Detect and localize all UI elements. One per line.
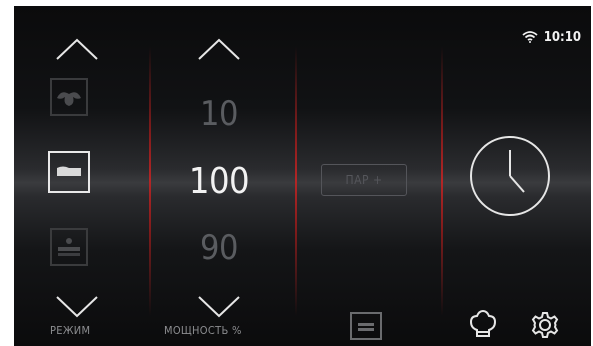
fan-icon: [57, 92, 81, 106]
steam-mode-icon: [58, 238, 80, 256]
clock-icon: [470, 136, 550, 216]
tray-button[interactable]: [349, 311, 383, 341]
power-up-button[interactable]: [196, 36, 242, 62]
wifi-icon: [522, 28, 538, 47]
column-divider: [149, 46, 151, 316]
column-divider: [441, 46, 443, 316]
mode-option-heat[interactable]: [48, 151, 90, 193]
settings-button[interactable]: [530, 309, 560, 341]
mode-up-button[interactable]: [54, 36, 100, 62]
power-value-selected[interactable]: 100: [169, 161, 269, 202]
steam-plus-button[interactable]: ПАР +: [321, 164, 407, 196]
mode-label: РЕЖИМ: [50, 324, 91, 337]
status-bar: 10:10: [522, 28, 581, 47]
recipes-button[interactable]: [468, 309, 498, 341]
chevron-down-icon: [56, 296, 98, 318]
gear-icon: [531, 312, 559, 338]
clock-time: 10:10: [543, 30, 581, 45]
chevron-up-icon: [56, 38, 98, 60]
heat-mode-icon: [57, 166, 81, 176]
tray-icon: [350, 312, 382, 340]
power-down-button[interactable]: [196, 294, 242, 320]
mode-option-fan[interactable]: [50, 78, 88, 116]
power-value-above[interactable]: 10: [169, 94, 269, 134]
chef-hat-icon: [469, 310, 497, 337]
mode-down-button[interactable]: [54, 294, 100, 320]
column-divider: [295, 46, 297, 316]
chevron-down-icon: [198, 296, 240, 318]
power-label: МОЩНОСТЬ %: [164, 324, 242, 337]
timer-button[interactable]: [468, 134, 552, 218]
power-value-below[interactable]: 90: [169, 228, 269, 268]
oven-control-screen: 10:10 РЕЖИМ 10 100 90 МОЩНОСТЬ % ПАР +: [14, 6, 591, 346]
chevron-up-icon: [198, 38, 240, 60]
mode-option-steam[interactable]: [50, 228, 88, 266]
